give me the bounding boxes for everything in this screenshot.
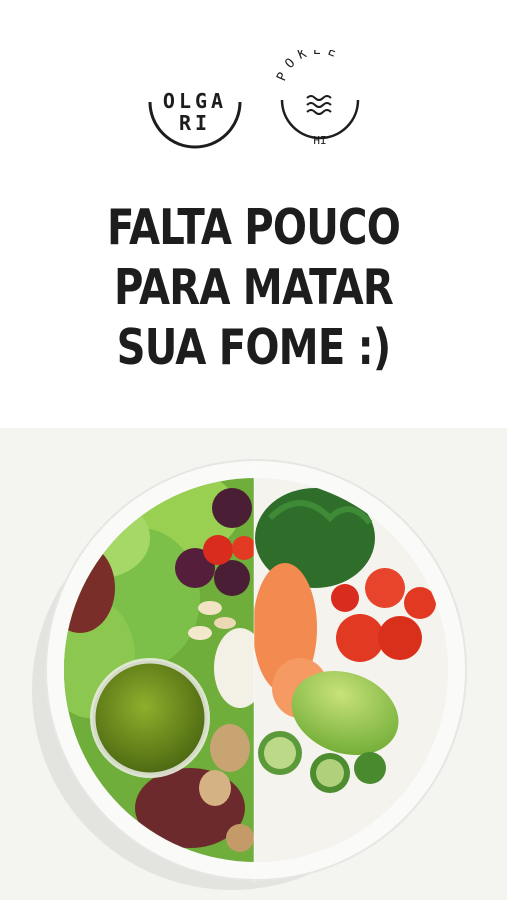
pokee-hi-logo: POKEE HI xyxy=(274,50,360,147)
salad-bowl-image xyxy=(32,458,467,890)
olga-logo-line1: OLGA xyxy=(163,89,227,113)
headline-line-2: PARA MATAR xyxy=(114,259,394,316)
svg-text:POKEE: POKEE xyxy=(274,50,344,83)
waves-icon xyxy=(306,95,332,115)
olga-logo-line2: RI xyxy=(179,111,211,135)
salad-bowl-photo xyxy=(0,428,507,900)
headline-line-3: SUA FOME :) xyxy=(116,319,392,376)
brand-logos: OLGA RI POKEE HI xyxy=(0,50,507,150)
olga-ri-logo: OLGA RI xyxy=(148,89,242,149)
headline-line-1: FALTA POUCO xyxy=(106,199,401,256)
pokee-logo-bottom-text: HI xyxy=(313,134,326,147)
pokee-logo-arc-text: POKEE xyxy=(274,50,338,83)
dressing-cup xyxy=(90,658,210,778)
headline: FALTA POUCO PARA MATAR SUA FOME :) xyxy=(46,198,462,378)
